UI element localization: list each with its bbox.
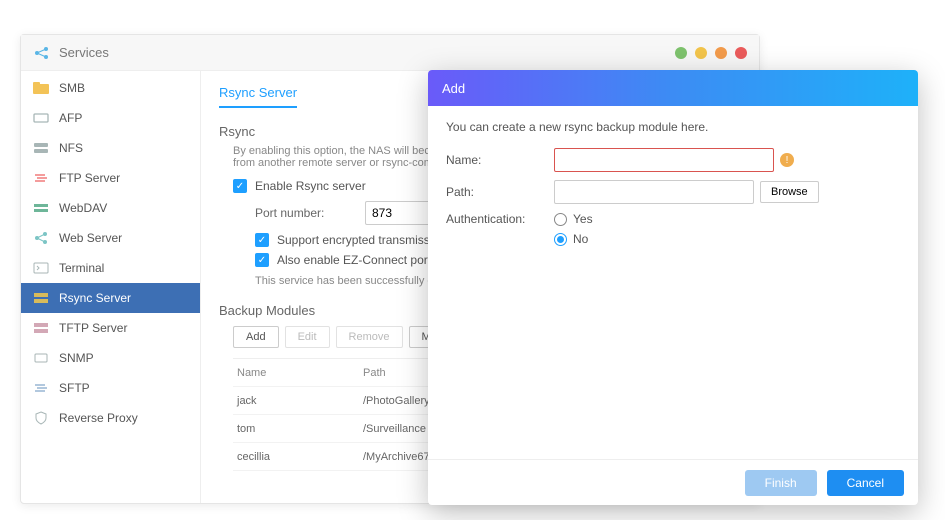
dialog-intro: You can create a new rsync backup module… xyxy=(446,120,900,134)
sidebar-item-label: Web Server xyxy=(59,231,122,245)
sftp-icon xyxy=(31,380,51,396)
sidebar-item-reverseproxy[interactable]: Reverse Proxy xyxy=(21,403,200,433)
sidebar-item-label: SFTP xyxy=(59,381,90,395)
sidebar: SMB AFP NFS FTP Server WebDAV Web Server… xyxy=(21,71,201,503)
sidebar-item-sftp[interactable]: SFTP xyxy=(21,373,200,403)
auth-label: Authentication: xyxy=(446,212,554,226)
sidebar-item-terminal[interactable]: Terminal xyxy=(21,253,200,283)
terminal-icon xyxy=(31,260,51,276)
sidebar-item-label: NFS xyxy=(59,141,83,155)
sidebar-item-label: Reverse Proxy xyxy=(59,411,138,425)
window-title: Services xyxy=(59,45,109,60)
snmp-icon xyxy=(31,350,51,366)
enable-rsync-label: Enable Rsync server xyxy=(255,179,366,193)
add-button[interactable]: Add xyxy=(233,326,279,348)
cell-name: jack xyxy=(233,395,363,407)
name-row: Name: ! xyxy=(446,148,900,172)
dialog-footer: Finish Cancel xyxy=(428,459,918,505)
name-label: Name: xyxy=(446,153,554,167)
nfs-icon xyxy=(31,140,51,156)
web-icon xyxy=(31,230,51,246)
name-field[interactable] xyxy=(554,148,774,172)
sidebar-item-tftp[interactable]: TFTP Server xyxy=(21,313,200,343)
path-row: Path: Browse xyxy=(446,180,900,204)
window-controls xyxy=(675,47,747,59)
sidebar-item-smb[interactable]: SMB xyxy=(21,73,200,103)
path-field[interactable] xyxy=(554,180,754,204)
auth-row: Authentication: Yes No xyxy=(446,212,900,246)
sidebar-item-label: AFP xyxy=(59,111,82,125)
sidebar-item-snmp[interactable]: SNMP xyxy=(21,343,200,373)
tftp-icon xyxy=(31,320,51,336)
afp-icon xyxy=(31,110,51,126)
radio-icon xyxy=(554,213,567,226)
rsync-icon xyxy=(31,290,51,306)
ftp-icon xyxy=(31,170,51,186)
shield-icon xyxy=(31,410,51,426)
auth-yes-option[interactable]: Yes xyxy=(554,212,593,226)
sidebar-item-label: TFTP Server xyxy=(59,321,127,335)
sidebar-item-nfs[interactable]: NFS xyxy=(21,133,200,163)
path-label: Path: xyxy=(446,185,554,199)
cell-name: cecillia xyxy=(233,451,363,463)
auth-yes-label: Yes xyxy=(573,212,593,226)
auth-no-label: No xyxy=(573,232,588,246)
finish-button[interactable]: Finish xyxy=(745,470,817,496)
checkbox-icon: ✓ xyxy=(233,179,247,193)
webdav-icon xyxy=(31,200,51,216)
sidebar-item-webserver[interactable]: Web Server xyxy=(21,223,200,253)
traffic-red[interactable] xyxy=(735,47,747,59)
app-icon xyxy=(33,44,51,62)
cell-name: tom xyxy=(233,423,363,435)
add-dialog: Add You can create a new rsync backup mo… xyxy=(428,70,918,505)
port-label: Port number: xyxy=(255,206,365,220)
sidebar-item-label: Rsync Server xyxy=(59,291,131,305)
traffic-orange[interactable] xyxy=(715,47,727,59)
dialog-body: You can create a new rsync backup module… xyxy=(428,106,918,268)
edit-button: Edit xyxy=(285,326,330,348)
sidebar-item-label: FTP Server xyxy=(59,171,120,185)
sidebar-item-afp[interactable]: AFP xyxy=(21,103,200,133)
sidebar-item-webdav[interactable]: WebDAV xyxy=(21,193,200,223)
sidebar-item-ftp[interactable]: FTP Server xyxy=(21,163,200,193)
checkbox-icon: ✓ xyxy=(255,233,269,247)
col-name: Name xyxy=(233,367,363,379)
titlebar: Services xyxy=(21,35,759,71)
traffic-yellow[interactable] xyxy=(695,47,707,59)
sidebar-item-label: SNMP xyxy=(59,351,94,365)
folder-icon xyxy=(31,80,51,96)
checkbox-icon: ✓ xyxy=(255,253,269,267)
warning-icon: ! xyxy=(780,153,794,167)
auth-no-option[interactable]: No xyxy=(554,232,593,246)
port-input[interactable] xyxy=(372,206,432,220)
tab-rsync-server[interactable]: Rsync Server xyxy=(219,85,297,108)
sidebar-item-label: SMB xyxy=(59,81,85,95)
sidebar-item-label: Terminal xyxy=(59,261,104,275)
dialog-title: Add xyxy=(428,70,918,106)
traffic-green[interactable] xyxy=(675,47,687,59)
remove-button: Remove xyxy=(336,326,403,348)
sidebar-item-rsync[interactable]: Rsync Server xyxy=(21,283,200,313)
browse-button[interactable]: Browse xyxy=(760,181,819,203)
sidebar-item-label: WebDAV xyxy=(59,201,107,215)
radio-icon xyxy=(554,233,567,246)
cancel-button[interactable]: Cancel xyxy=(827,470,904,496)
